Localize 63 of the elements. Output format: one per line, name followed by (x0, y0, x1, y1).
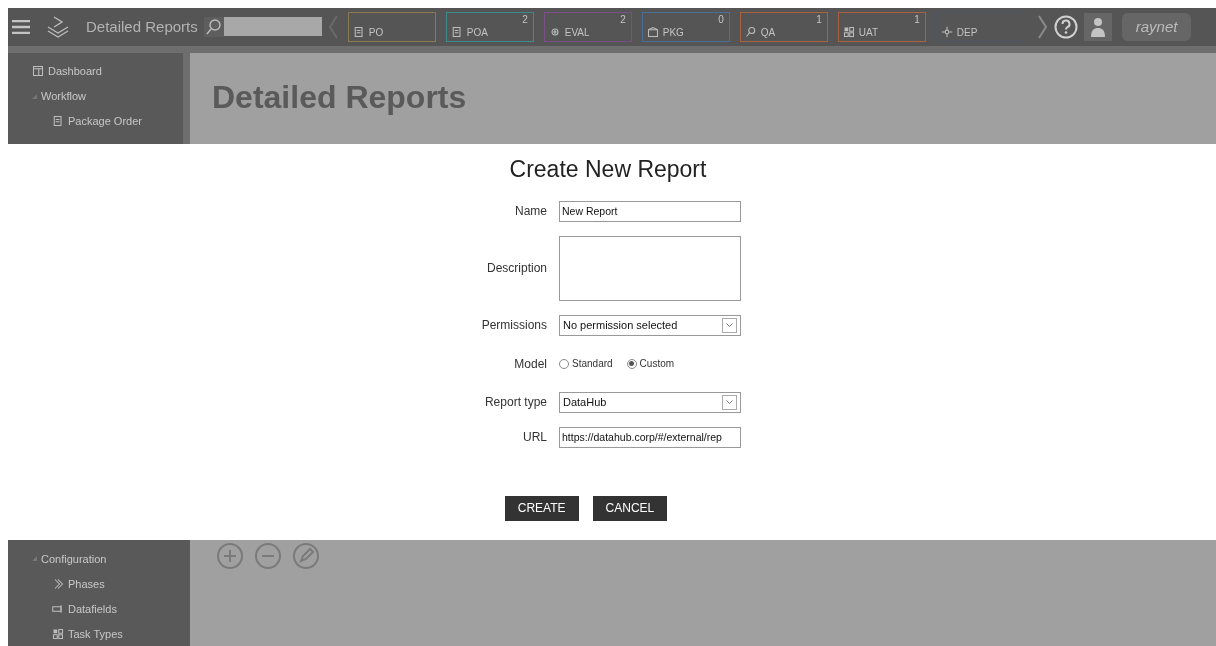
field-label: Permissions (480, 318, 547, 333)
sidebar-item[interactable]: Datafields (68, 602, 117, 615)
checklist-icon (842, 25, 855, 38)
move-icon (940, 25, 953, 38)
document-icon (52, 115, 64, 128)
dashboard-icon (32, 65, 44, 78)
expand-triangle-icon[interactable] (32, 556, 37, 561)
sidebar-item[interactable]: Package Order (68, 115, 142, 128)
grid-icon (52, 627, 64, 640)
field-icon (52, 602, 64, 615)
page-title: Detailed Reports (212, 78, 468, 116)
tile-count: 1 (816, 13, 822, 25)
dialog-button[interactable]: CREATE (504, 496, 579, 521)
tile-count: 1 (914, 13, 920, 25)
caret-icon (726, 400, 733, 405)
menu-icon[interactable] (12, 19, 30, 34)
text-field[interactable]: New Report (559, 201, 741, 222)
search-field[interactable] (223, 17, 322, 37)
workflow-tile[interactable]: POA 2 (445, 11, 534, 42)
edit-icon[interactable] (292, 542, 320, 570)
field-label: Model (513, 357, 547, 371)
search-icon (744, 25, 757, 38)
user-avatar-icon[interactable] (1083, 12, 1112, 41)
chevron-right-icon[interactable] (1037, 14, 1048, 39)
workflow-tile[interactable]: PKG 0 (641, 11, 730, 42)
search-icon[interactable] (203, 16, 224, 37)
document-check-icon (450, 25, 463, 38)
expand-triangle-icon[interactable] (32, 93, 37, 99)
field-label: Report type (483, 395, 547, 410)
workflow-tile[interactable]: UAT 1 (837, 11, 926, 42)
add-icon[interactable] (216, 542, 244, 570)
dropdown[interactable]: No permission selected (559, 315, 741, 336)
workflow-tile[interactable]: DEP (935, 11, 1024, 42)
dialog-button[interactable]: CANCEL (592, 496, 668, 521)
text-area[interactable] (559, 236, 741, 301)
tile-count: 2 (522, 13, 528, 25)
gear-icon (548, 25, 561, 38)
sidebar-item[interactable]: Workflow (41, 90, 87, 103)
dropdown[interactable]: DataHub (559, 392, 741, 413)
field-label: URL (522, 430, 547, 445)
sidebar-item[interactable]: Configuration (41, 552, 107, 565)
sidebar-item[interactable]: Dashboard (48, 65, 102, 78)
dialog-title: Create New Report (509, 156, 707, 183)
workflow-tile[interactable]: QA 1 (739, 11, 828, 42)
document-icon (352, 25, 365, 38)
field-label: Name (514, 204, 547, 219)
field-label: Description (485, 261, 547, 276)
caret-icon (726, 323, 733, 328)
workflow-tile[interactable]: PO (347, 11, 436, 42)
radio-label: Standard (572, 358, 613, 370)
tile-count: 0 (718, 13, 724, 25)
help-icon[interactable] (1053, 14, 1078, 39)
logo: raynet (1121, 12, 1192, 41)
sidebar-item[interactable]: Task Types (68, 627, 123, 640)
box-icon (646, 25, 659, 38)
sidebar-item[interactable]: Phases (68, 577, 105, 590)
radio-label: Custom (639, 358, 675, 370)
remove-icon[interactable] (254, 542, 282, 570)
app-title: Detailed Reports (86, 18, 198, 36)
text-field[interactable]: https://datahub.corp/#/external/rep (559, 427, 741, 448)
workflow-tile[interactable]: EVAL 2 (543, 11, 632, 42)
chevron-icon (52, 577, 64, 590)
tile-count: 2 (620, 13, 626, 25)
